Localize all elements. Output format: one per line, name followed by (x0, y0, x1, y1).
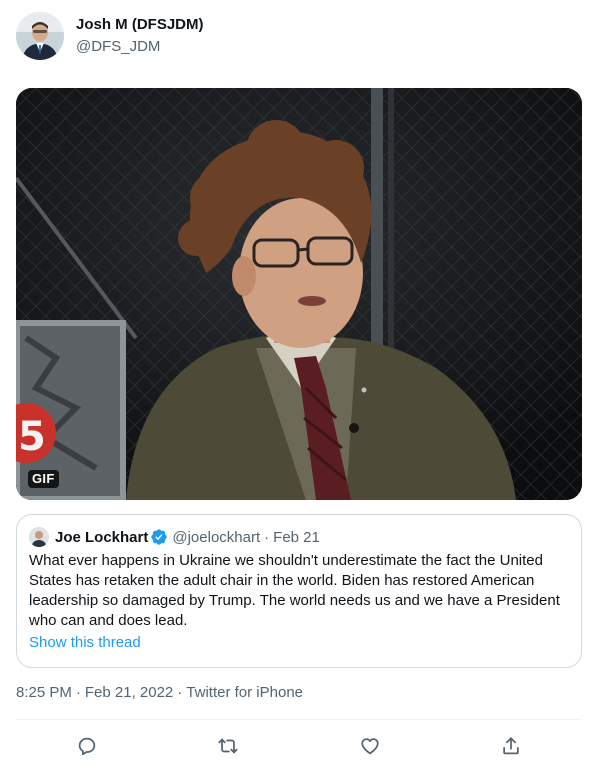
quoted-author-avatar (29, 527, 49, 547)
author-display-name[interactable]: Josh M (DFSJDM) (76, 15, 204, 35)
author-avatar[interactable] (16, 12, 64, 60)
retweet-button[interactable] (210, 728, 246, 764)
tweet-source[interactable]: Twitter for iPhone (186, 683, 303, 703)
tweet-metadata: 8:25 PM · Feb 21, 2022 · Twitter for iPh… (16, 683, 303, 703)
actions-divider (16, 719, 582, 720)
show-thread-link[interactable]: Show this thread (29, 633, 141, 653)
quoted-tweet[interactable]: Joe Lockhart @joelockhart · Feb 21 What … (16, 514, 582, 668)
gif-frame: 5 (16, 88, 582, 500)
share-button[interactable] (493, 728, 529, 764)
meta-separator: · (75, 684, 81, 701)
tweet-date[interactable]: Feb 21, 2022 (85, 683, 173, 703)
like-icon (361, 738, 379, 755)
quoted-separator: · (264, 528, 270, 546)
quoted-tweet-header: Joe Lockhart @joelockhart · Feb 21 (29, 527, 569, 547)
quoted-author-name: Joe Lockhart (55, 528, 149, 546)
share-icon (503, 737, 519, 755)
author-handle[interactable]: @DFS_JDM (76, 37, 204, 57)
author-avatar-image (16, 12, 64, 60)
gif-badge: GIF (28, 470, 59, 488)
quoted-date: Feb 21 (273, 528, 320, 546)
reply-button[interactable] (69, 728, 105, 764)
tweet-header: Josh M (DFSJDM) @DFS_JDM (16, 12, 204, 60)
verified-badge-icon (150, 528, 168, 546)
reply-icon (78, 737, 95, 756)
quoted-tweet-text: What ever happens in Ukraine we shouldn'… (29, 552, 560, 629)
quoted-author-handle: @joelockhart (172, 528, 261, 546)
author-names: Josh M (DFSJDM) @DFS_JDM (76, 15, 204, 57)
like-button[interactable] (352, 728, 388, 764)
meta-separator: · (177, 684, 183, 701)
tweet-time[interactable]: 8:25 PM (16, 683, 72, 703)
retweet-icon (218, 738, 238, 754)
svg-text:5: 5 (18, 414, 46, 460)
tweet-media-gif[interactable]: 5 GIF (16, 88, 582, 500)
tweet-action-bar (16, 728, 582, 764)
